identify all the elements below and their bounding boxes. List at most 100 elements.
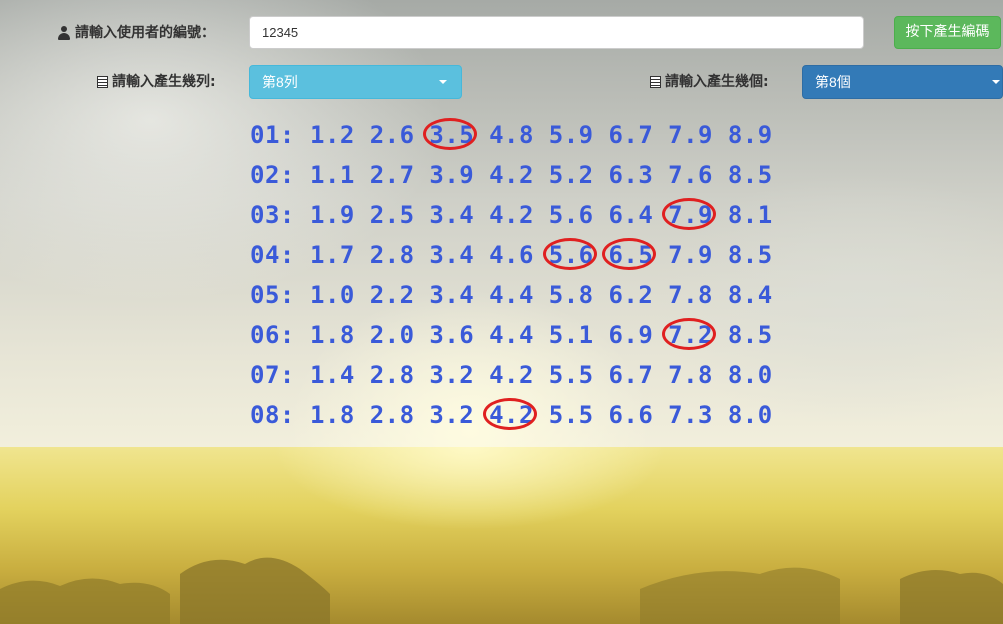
rows-select[interactable]: 第8列: [249, 65, 462, 99]
result-value-circled: 3.5: [423, 115, 489, 155]
rows-label: 請輸入產生幾列:: [97, 65, 216, 99]
result-row-id: 01:: [250, 121, 295, 149]
user-id-label: 請輸入使用者的編號：: [57, 16, 215, 50]
result-row-id: 03:: [250, 201, 295, 229]
count-label: 請輸入產生幾個:: [650, 65, 769, 99]
result-value: 1.4: [310, 361, 355, 389]
result-value: 4.6: [489, 241, 534, 269]
result-value: 2.7: [369, 161, 415, 189]
user-id-label-text: 請輸入使用者的編號：: [75, 25, 215, 41]
result-value: 4.4: [489, 321, 534, 349]
result-value: 8.5: [727, 241, 773, 269]
result-value: 3.2: [429, 361, 475, 389]
result-value: 7.8: [668, 361, 713, 389]
result-row-id: 08:: [250, 401, 295, 429]
user-icon: [57, 26, 71, 40]
result-value: 6.7: [608, 121, 654, 149]
user-id-input[interactable]: 12345: [249, 16, 864, 49]
result-value: 2.8: [369, 401, 415, 429]
result-value: 2.2: [369, 281, 415, 309]
list-icon: [650, 76, 661, 88]
result-row-id: 05:: [250, 281, 295, 309]
result-row-id: 04:: [250, 241, 295, 269]
result-value: 4.2: [489, 201, 534, 229]
result-value: 3.2: [429, 401, 475, 429]
result-value: 7.3: [668, 401, 713, 429]
result-value: 8.0: [727, 361, 773, 389]
result-value: 3.6: [429, 321, 475, 349]
results-list: 01: 1.2 2.6 3.5 4.8 5.9 6.7 7.9 8.9 02: 1.1 2.7 3.9 4…: [250, 115, 788, 435]
result-value: 2.8: [369, 361, 415, 389]
result-value: 5.1: [548, 321, 594, 349]
result-row: 08: 1.8 2.8 3.2 4.2 5.5 6.6 7.3 8.0: [250, 395, 788, 435]
result-value: 2.8: [369, 241, 415, 269]
result-value: 3.9: [429, 161, 475, 189]
count-label-text: 請輸入產生幾個:: [665, 74, 769, 90]
result-value: 8.5: [727, 161, 773, 189]
result-value: 8.4: [727, 281, 773, 309]
result-value: 6.4: [608, 201, 654, 229]
rows-select-value: 第8列: [262, 74, 298, 90]
result-row: 06: 1.8 2.0 3.6 4.4 5.1 6.9 7.2 8.5: [250, 315, 788, 355]
result-value: 7.9: [668, 121, 713, 149]
result-value: 4.2: [489, 361, 534, 389]
result-value: 5.6: [548, 201, 594, 229]
result-row-id: 07:: [250, 361, 295, 389]
generate-code-button[interactable]: 按下產生編碼: [894, 16, 1001, 49]
result-value: 1.8: [310, 401, 355, 429]
count-select[interactable]: 第8個: [802, 65, 1003, 99]
result-value: 1.9: [310, 201, 355, 229]
result-row: 03: 1.9 2.5 3.4 4.2 5.6 6.4 7.9 8.1: [250, 195, 788, 235]
result-row: 05: 1.0 2.2 3.4 4.4 5.8 6.2 7.8 8.4: [250, 275, 788, 315]
result-row: 02: 1.1 2.7 3.9 4.2 5.2 6.3 7.6 8.5: [250, 155, 788, 195]
tree-silhouettes: [0, 557, 1003, 624]
result-value: 5.5: [548, 401, 594, 429]
result-value: 1.2: [310, 121, 355, 149]
result-value: 2.0: [369, 321, 415, 349]
result-row: 04: 1.7 2.8 3.4 4.6 5.6 6.5 7.9 8.5: [250, 235, 788, 275]
result-value-circled: 7.9: [662, 195, 728, 235]
result-value-circled: 6.5: [602, 235, 668, 275]
result-value: 4.2: [489, 161, 534, 189]
result-value: 8.9: [727, 121, 773, 149]
result-value: 6.2: [608, 281, 654, 309]
result-value: 6.9: [608, 321, 654, 349]
result-value: 4.4: [489, 281, 534, 309]
result-value: 1.0: [310, 281, 355, 309]
result-value: 2.5: [369, 201, 415, 229]
result-value: 3.4: [429, 281, 475, 309]
result-row: 01: 1.2 2.6 3.5 4.8 5.9 6.7 7.9 8.9: [250, 115, 788, 155]
result-value: 5.8: [548, 281, 594, 309]
result-row-id: 06:: [250, 321, 295, 349]
result-value: 1.1: [310, 161, 355, 189]
result-value: 6.7: [608, 361, 654, 389]
result-value: 7.9: [668, 241, 713, 269]
result-value: 2.6: [369, 121, 415, 149]
result-row: 07: 1.4 2.8 3.2 4.2 5.5 6.7 7.8 8.0: [250, 355, 788, 395]
result-value: 8.1: [727, 201, 773, 229]
result-row-id: 02:: [250, 161, 295, 189]
result-value: 6.6: [608, 401, 654, 429]
result-value: 8.5: [727, 321, 773, 349]
result-value-circled: 4.2: [483, 395, 549, 435]
list-icon: [97, 76, 108, 88]
result-value: 3.4: [429, 241, 475, 269]
result-value: 7.6: [668, 161, 713, 189]
count-select-value: 第8個: [815, 74, 851, 90]
result-value: 1.8: [310, 321, 355, 349]
result-value: 3.4: [429, 201, 475, 229]
result-value: 4.8: [489, 121, 534, 149]
chevron-down-icon: [439, 80, 447, 84]
result-value: 5.2: [548, 161, 594, 189]
result-value: 1.7: [310, 241, 355, 269]
result-value: 6.3: [608, 161, 654, 189]
result-value-circled: 5.6: [542, 235, 609, 275]
result-value-circled: 7.2: [662, 315, 728, 355]
rows-label-text: 請輸入產生幾列:: [112, 74, 216, 90]
result-value: 5.9: [548, 121, 594, 149]
field-background: [0, 447, 1003, 624]
result-value: 8.0: [727, 401, 773, 429]
result-value: 7.8: [668, 281, 713, 309]
chevron-down-icon: [992, 80, 1000, 84]
result-value: 5.5: [548, 361, 594, 389]
